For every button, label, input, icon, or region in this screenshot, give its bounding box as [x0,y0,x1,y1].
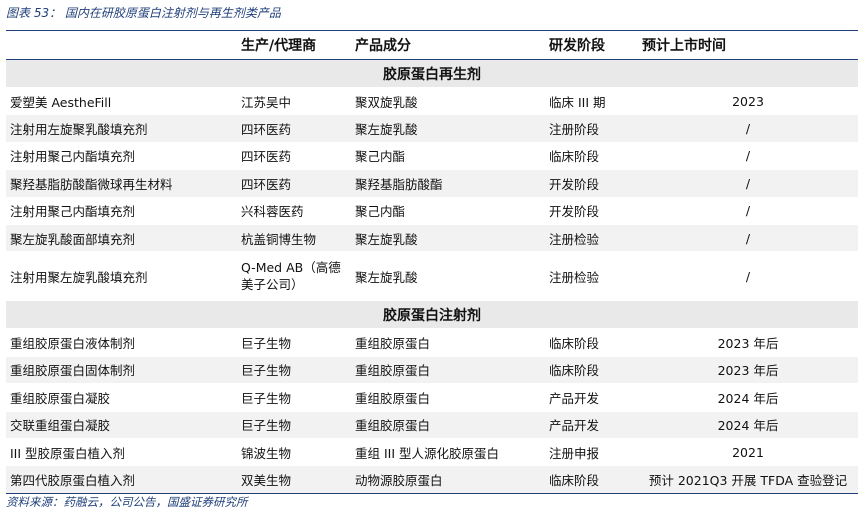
cell-product-name: 注射用聚左旋乳酸填充剂 [6,251,237,302]
cell-launch-time: 预计 2021Q3 开展 TFDA 查验登记 [638,465,858,494]
cell-dev-stage: 注册检验 [545,251,638,302]
cell-product-name: 聚左旋乳酸面部填充剂 [6,224,237,253]
cell-launch-time: 2021 [638,438,858,467]
cell-dev-stage: 产品开发 [545,411,638,439]
cell-launch-time: 2023 年后 [638,328,858,357]
cell-ingredient: 聚左旋乳酸 [351,114,545,143]
cell-manufacturer: 江苏吴中 [237,87,351,116]
cell-product-name: 重组胶原蛋白凝胶 [6,383,237,412]
cell-product-name: 注射用左旋聚乳酸填充剂 [6,114,237,143]
table-row: 注射用聚己内酯填充剂 四环医药 聚己内酯 临床阶段 / [6,142,858,171]
source-note: 资料来源：药融云，公司公告，国盛证券研究所 [6,495,248,509]
cell-ingredient: 重组胶原蛋白 [351,356,545,385]
table-body: 胶原蛋白再生剂 爱塑美 AestheFill 江苏吴中 聚双旋乳酸 临床 III 期 20… [6,59,858,494]
header-stage: 研发阶段 [545,30,638,60]
header-launch: 预计上市时间 [638,30,858,60]
cell-manufacturer: 巨子生物 [237,383,351,412]
group-title: 胶原蛋白再生剂 [6,59,858,88]
cell-launch-time: 2023 年后 [638,356,858,385]
table-row: 重组胶原蛋白固体制剂 巨子生物 重组胶原蛋白 临床阶段 2023 年后 [6,356,858,385]
cell-manufacturer: 巨子生物 [237,356,351,385]
cell-dev-stage: 临床阶段 [545,142,638,171]
group-row: 胶原蛋白注射剂 [6,300,858,330]
cell-dev-stage: 临床阶段 [545,328,638,357]
cell-product-name: 第四代胶原蛋白植入剂 [6,465,237,494]
cell-manufacturer: 兴科蓉医药 [237,197,351,225]
table-row: 第四代胶原蛋白植入剂 双美生物 动物源胶原蛋白 临床阶段 预计 2021Q3 开展 TF… [6,465,858,494]
cell-launch-time: 2024 年后 [638,411,858,439]
cell-dev-stage: 临床阶段 [545,465,638,494]
cell-ingredient: 重组 III 型人源化胶原蛋白 [351,438,545,467]
cell-ingredient: 动物源胶原蛋白 [351,465,545,494]
cell-ingredient: 聚左旋乳酸 [351,251,545,302]
table-header: 生产/代理商 产品成分 研发阶段 预计上市时间 [6,30,858,60]
cell-manufacturer: Q-Med AB（高德美子公司） [237,251,351,302]
header-row: 生产/代理商 产品成分 研发阶段 预计上市时间 [6,30,858,60]
cell-manufacturer: 杭盖铜博生物 [237,224,351,253]
cell-launch-time: 2024 年后 [638,383,858,412]
table-row: 交联重组蛋白凝胶 巨子生物 重组胶原蛋白 产品开发 2024 年后 [6,411,858,439]
header-ingredient: 产品成分 [351,30,545,60]
cell-launch-time: / [638,251,858,302]
cell-dev-stage: 注册阶段 [545,114,638,143]
cell-manufacturer: 四环医药 [237,114,351,143]
cell-dev-stage: 注册检验 [545,224,638,253]
cell-dev-stage: 临床阶段 [545,356,638,385]
cell-dev-stage: 临床 III 期 [545,87,638,116]
cell-launch-time: / [638,114,858,143]
product-table: 生产/代理商 产品成分 研发阶段 预计上市时间 胶原蛋白再生剂 爱塑美 Aesth… [6,30,858,494]
cell-launch-time: 2023 [638,87,858,116]
cell-product-name: 注射用聚己内酯填充剂 [6,197,237,225]
header-manufacturer: 生产/代理商 [237,30,351,60]
table-row: 聚左旋乳酸面部填充剂 杭盖铜博生物 聚左旋乳酸 注册检验 / [6,224,858,253]
cell-dev-stage: 注册申报 [545,438,638,467]
group-row: 胶原蛋白再生剂 [6,59,858,88]
cell-product-name: 重组胶原蛋白固体制剂 [6,356,237,385]
group-title: 胶原蛋白注射剂 [6,300,858,330]
table-row: 注射用聚左旋乳酸填充剂 Q-Med AB（高德美子公司） 聚左旋乳酸 注册检验 / [6,251,858,302]
cell-dev-stage: 开发阶段 [545,197,638,225]
cell-ingredient: 聚羟基脂肪酸酯 [351,169,545,198]
table-row: 重组胶原蛋白凝胶 巨子生物 重组胶原蛋白 产品开发 2024 年后 [6,383,858,412]
cell-product-name: 聚羟基脂肪酸酯微球再生材料 [6,169,237,198]
cell-product-name: 重组胶原蛋白液体制剂 [6,328,237,357]
cell-launch-time: / [638,142,858,171]
cell-dev-stage: 产品开发 [545,383,638,412]
cell-manufacturer: 锦波生物 [237,438,351,467]
table-row: 注射用聚己内酯填充剂 兴科蓉医药 聚己内酯 开发阶段 / [6,197,858,225]
cell-ingredient: 重组胶原蛋白 [351,328,545,357]
table-row: 聚羟基脂肪酸酯微球再生材料 四环医药 聚羟基脂肪酸酯 开发阶段 / [6,169,858,198]
cell-product-name: 交联重组蛋白凝胶 [6,411,237,439]
cell-launch-time: / [638,197,858,225]
cell-launch-time: / [638,169,858,198]
cell-ingredient: 重组胶原蛋白 [351,383,545,412]
cell-manufacturer: 巨子生物 [237,411,351,439]
cell-dev-stage: 开发阶段 [545,169,638,198]
table-row: 注射用左旋聚乳酸填充剂 四环医药 聚左旋乳酸 注册阶段 / [6,114,858,143]
cell-manufacturer: 双美生物 [237,465,351,494]
figure-caption: 图表 53： 国内在研胶原蛋白注射剂与再生剂类产品 [6,6,281,20]
cell-manufacturer: 四环医药 [237,142,351,171]
cell-ingredient: 聚左旋乳酸 [351,224,545,253]
table-row: 重组胶原蛋白液体制剂 巨子生物 重组胶原蛋白 临床阶段 2023 年后 [6,328,858,357]
header-product [6,30,237,60]
cell-product-name: III 型胶原蛋白植入剂 [6,438,237,467]
cell-ingredient: 聚己内酯 [351,142,545,171]
cell-launch-time: / [638,224,858,253]
cell-ingredient: 聚双旋乳酸 [351,87,545,116]
cell-product-name: 爱塑美 AestheFill [6,87,237,116]
cell-product-name: 注射用聚己内酯填充剂 [6,142,237,171]
table-row: III 型胶原蛋白植入剂 锦波生物 重组 III 型人源化胶原蛋白 注册申报 2021 [6,438,858,467]
cell-ingredient: 重组胶原蛋白 [351,411,545,439]
cell-manufacturer: 巨子生物 [237,328,351,357]
product-table-container: 生产/代理商 产品成分 研发阶段 预计上市时间 胶原蛋白再生剂 爱塑美 Aesth… [6,30,858,494]
cell-manufacturer: 四环医药 [237,169,351,198]
table-row: 爱塑美 AestheFill 江苏吴中 聚双旋乳酸 临床 III 期 2023 [6,87,858,116]
cell-ingredient: 聚己内酯 [351,197,545,225]
